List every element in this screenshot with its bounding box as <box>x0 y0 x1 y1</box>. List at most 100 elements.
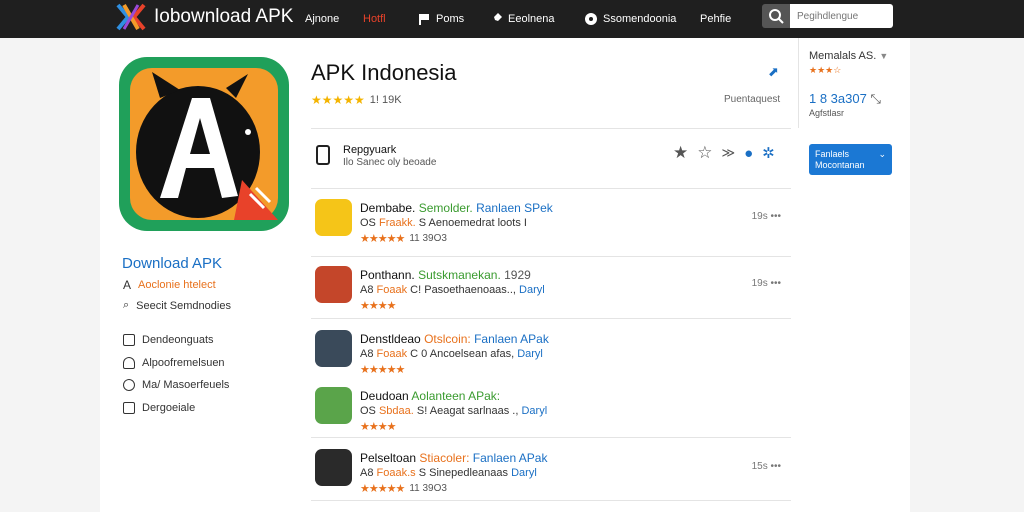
item-count: 11 39O3 <box>409 483 447 494</box>
divider <box>311 500 791 501</box>
app-title: APK Indonesia <box>311 60 457 85</box>
item-tag-blue: Fanlaen APak <box>472 451 548 465</box>
item-tag: Aolanteen APak: <box>411 389 501 403</box>
more-icon[interactable]: ••• <box>770 211 781 222</box>
item-stars: ★★★★★ <box>360 364 405 376</box>
item-stars: ★★★★ <box>360 421 396 433</box>
chat-bubble-icon <box>123 379 135 391</box>
item-meta: 15s <box>751 461 768 472</box>
forward-icon[interactable]: ≫ <box>722 145 736 161</box>
list-item[interactable]: Pelseltoan Stiacoler: Fanlaen APak A8 Fo… <box>315 449 793 507</box>
left-link-3[interactable]: Ma/ Masoerfeuels <box>123 379 229 391</box>
search-button[interactable] <box>762 4 790 28</box>
site-logo[interactable]: Iobownload APK <box>116 3 293 31</box>
item-desc: S Sinepedleanaas <box>418 467 509 479</box>
app-thumbnail <box>315 199 352 236</box>
download-button[interactable]: Fanlaels ⌄ Mocontanan <box>809 144 892 175</box>
nav-item-2[interactable]: Hotfl <box>363 0 386 38</box>
item-prefix: A8 <box>360 348 374 360</box>
item-desc: C! Pasoethaenoaas.., <box>410 284 516 296</box>
item-meta: 19s <box>751 211 768 222</box>
left-row-2[interactable]: ⌕ Seecit Semdnodies <box>123 299 231 312</box>
star-filled-icon[interactable]: ★ <box>673 143 688 163</box>
nav-item-3[interactable]: Poms <box>417 0 464 38</box>
item-name: Denstldeao <box>360 332 421 346</box>
rating-row: ★★★★★ 1! 19K <box>311 93 402 107</box>
logo-icon <box>116 3 146 31</box>
rating-text: 1! 19K <box>369 94 402 106</box>
item-prefix: OS <box>360 217 376 229</box>
item-desc: C 0 Ancoelsean afas, <box>410 348 515 360</box>
item-stars: ★★★★★ <box>360 483 405 495</box>
nav-label: Hotfl <box>363 13 386 25</box>
item-prefix: A8 <box>360 467 374 479</box>
left-row-label: Seecit Semdnodies <box>136 299 231 312</box>
nav-item-6[interactable]: Pehfie <box>700 0 731 38</box>
left-panel-title[interactable]: Download APK <box>122 255 222 272</box>
divider <box>311 256 791 257</box>
list-item[interactable]: Dembabe. Semolder. Ranlaen SPek OS Fraak… <box>315 199 793 257</box>
app-thumbnail <box>315 387 352 424</box>
left-row-1[interactable]: A Aoclonie htelect <box>123 278 216 292</box>
left-link-2[interactable]: Alpoofremelsuen <box>123 357 225 369</box>
developer-name[interactable]: Repgyuark <box>343 144 396 156</box>
rating-stars: ★★★★★ <box>311 93 365 107</box>
expand-icon[interactable]: ⤡ <box>870 91 880 106</box>
item-org: Foaak.s <box>376 467 416 479</box>
meta-text: Puentaquest <box>724 94 781 105</box>
item-tag: Semolder. <box>418 201 473 215</box>
sidebar-number: 1 8 3a307 ⤡ <box>809 91 881 107</box>
item-org: Foaak <box>376 348 408 360</box>
button-line-1: Fanlaels <box>815 148 850 159</box>
top-navbar: Iobownload APK Ajnone Hotfl Poms Eeolnen… <box>0 0 1024 38</box>
item-name: Pelseltoan <box>360 451 417 465</box>
share-icon[interactable]: ⬈ <box>768 64 779 80</box>
divider <box>311 128 791 129</box>
a-letter-icon: A <box>123 278 132 292</box>
search-input[interactable] <box>790 4 893 28</box>
puzzle-icon <box>491 13 502 24</box>
developer-sub: Ilo Sanec oly beoade <box>343 157 437 168</box>
app-thumbnail <box>315 330 352 367</box>
more-icon[interactable]: ••• <box>770 278 781 289</box>
chevron-down-icon: ▼ <box>879 51 889 61</box>
flag-icon <box>419 14 429 25</box>
sidebar-name-text: Memalals AS. <box>809 50 877 62</box>
item-name: Ponthann. <box>360 268 415 282</box>
app-icon-face <box>130 68 278 220</box>
android-mascot-icon <box>136 72 278 220</box>
item-org: Fraakk. <box>378 217 416 229</box>
list-item[interactable]: Ponthann. Sutskmanekan. 1929 A8 Foaak C!… <box>315 266 793 324</box>
nav-item-5[interactable]: Ssomendoonia <box>584 0 676 38</box>
phone-icon <box>316 145 330 165</box>
item-tag: Otslcoin: <box>424 332 471 346</box>
sidebar-name[interactable]: Memalals AS. ▼ <box>809 50 888 62</box>
item-tag-blue: Fanlaen APak <box>474 332 549 346</box>
document-icon <box>123 402 135 414</box>
item-stars: ★★★★★ <box>360 233 405 245</box>
left-link-label: Dendeonguats <box>142 334 214 346</box>
star-outline-icon[interactable]: ☆ <box>697 143 712 163</box>
app-thumbnail <box>315 266 352 303</box>
item-prefix: OS <box>360 405 376 417</box>
item-tail: Daryl <box>511 467 537 479</box>
divider <box>311 318 791 319</box>
more-icon[interactable]: ••• <box>770 461 781 472</box>
settings-icon[interactable]: ✲ <box>762 144 775 162</box>
list-item[interactable]: Denstldeao Otslcoin: Fanlaen APak A8 Foa… <box>315 330 793 388</box>
item-meta: 19s <box>751 278 768 289</box>
sidebar-number-text: 1 8 3a307 <box>809 91 867 106</box>
button-line-2: Mocontanan <box>815 159 865 170</box>
left-link-label: Alpoofremelsuen <box>142 357 225 369</box>
nav-item-4[interactable]: Eeolnena <box>489 0 555 38</box>
chat-icon[interactable]: ● <box>744 145 753 162</box>
sidebar-sub: Agfstlasr <box>809 108 845 118</box>
item-name: Deudoan <box>360 389 409 403</box>
left-link-4[interactable]: Dergoeiale <box>123 402 195 414</box>
nav-label: Pehfie <box>700 13 732 25</box>
nav-item-1[interactable]: Ajnone <box>305 0 339 38</box>
left-link-1[interactable]: Dendeonguats <box>123 334 214 346</box>
chevron-down-icon: ⌄ <box>878 148 886 159</box>
search-small-icon: ⌕ <box>123 299 130 311</box>
item-tail: Daryl <box>517 348 543 360</box>
